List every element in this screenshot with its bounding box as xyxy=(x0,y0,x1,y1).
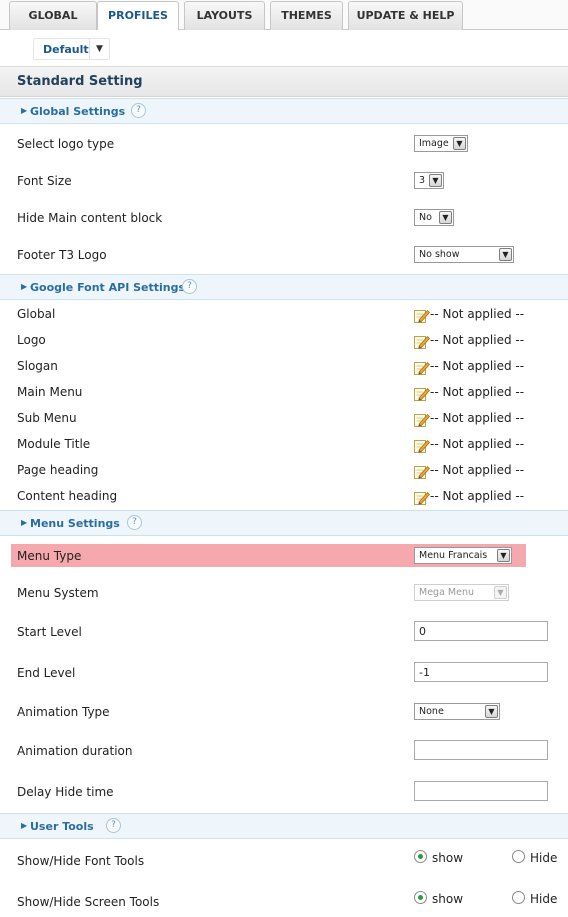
screen-tools-show-radio[interactable] xyxy=(414,891,427,904)
font-size-value: 3 xyxy=(419,175,426,186)
font-size-select[interactable]: 3 ▼ xyxy=(414,172,444,189)
start-level-input[interactable]: 0 xyxy=(414,621,548,641)
tab-bar: GLOBAL PROFILES LAYOUTS THEMES UPDATE & … xyxy=(0,0,568,31)
logo-type-select[interactable]: Image ▼ xyxy=(414,135,468,152)
end-level-label: End Level xyxy=(17,666,76,680)
font-row-value: -- Not applied -- xyxy=(430,385,525,399)
animation-duration-label: Animation duration xyxy=(17,744,133,758)
logo-type-value: Image xyxy=(419,138,449,149)
screen-tools-hide-label: Hide xyxy=(530,892,558,906)
font-row-label: Page heading xyxy=(17,463,99,477)
font-row-label: Global xyxy=(17,307,56,321)
tab-profiles[interactable]: PROFILES xyxy=(97,1,179,31)
help-icon[interactable]: ? xyxy=(106,818,121,833)
animation-duration-input[interactable] xyxy=(414,740,548,760)
font-size-label: Font Size xyxy=(17,174,72,188)
edit-pencil-icon[interactable] xyxy=(414,386,430,401)
tab-themes[interactable]: THEMES xyxy=(270,1,343,30)
animation-type-label: Animation Type xyxy=(17,705,110,719)
edit-pencil-icon[interactable] xyxy=(414,490,430,505)
delay-hide-input[interactable] xyxy=(414,781,548,801)
font-row-value: -- Not applied -- xyxy=(430,463,525,477)
edit-pencil-icon[interactable] xyxy=(414,464,430,479)
font-row-label: Logo xyxy=(17,333,46,347)
end-level-input[interactable]: -1 xyxy=(414,662,548,682)
section-menu-settings[interactable]: ▶ Menu Settings ? xyxy=(0,510,568,536)
chevron-down-icon: ▼ xyxy=(485,705,498,718)
font-tools-show-radio[interactable] xyxy=(414,850,427,863)
tab-layouts[interactable]: LAYOUTS xyxy=(184,1,265,30)
footer-logo-label: Footer T3 Logo xyxy=(17,248,107,262)
section-title: User Tools xyxy=(30,820,94,833)
font-row-value: -- Not applied -- xyxy=(430,411,525,425)
section-title: Global Settings xyxy=(30,105,126,118)
font-tools-label: Show/Hide Font Tools xyxy=(17,854,145,868)
font-row-value: -- Not applied -- xyxy=(430,437,525,451)
section-user-tools[interactable]: ▶ User Tools ? xyxy=(0,813,568,839)
menu-type-select[interactable]: Menu Francais ▼ xyxy=(414,547,512,564)
font-tools-hide-label: Hide xyxy=(530,851,558,865)
screen-tools-label: Show/Hide Screen Tools xyxy=(17,895,160,909)
help-icon[interactable]: ? xyxy=(127,515,142,530)
hide-main-label: Hide Main content block xyxy=(17,211,163,225)
animation-type-select[interactable]: None ▼ xyxy=(414,703,500,720)
edit-pencil-icon[interactable] xyxy=(414,360,430,375)
section-title: Menu Settings xyxy=(30,517,120,530)
delay-hide-label: Delay Hide time xyxy=(17,785,114,799)
chevron-down-icon[interactable]: ▼ xyxy=(89,39,109,59)
font-row-label: Module Title xyxy=(17,437,91,451)
font-row-label: Slogan xyxy=(17,359,58,373)
edit-pencil-icon[interactable] xyxy=(414,412,430,427)
triangle-right-icon: ▶ xyxy=(21,518,28,527)
menu-type-label: Menu Type xyxy=(17,549,82,563)
chevron-down-icon: ▼ xyxy=(499,248,512,261)
help-icon[interactable]: ? xyxy=(131,103,146,118)
screen-tools-hide-radio[interactable] xyxy=(512,891,525,904)
hide-main-value: No xyxy=(419,212,432,223)
help-icon[interactable]: ? xyxy=(182,279,197,294)
menu-type-value: Menu Francais xyxy=(419,550,488,561)
edit-pencil-icon[interactable] xyxy=(414,438,430,453)
font-row-value: -- Not applied -- xyxy=(430,359,525,373)
font-tools-show-label: show xyxy=(432,851,464,865)
menu-system-value: Mega Menu xyxy=(419,587,474,598)
menu-system-select[interactable]: Mega Menu ▼ xyxy=(414,584,509,601)
logo-type-label: Select logo type xyxy=(17,137,115,151)
font-row-label: Main Menu xyxy=(17,385,83,399)
profile-select[interactable]: Default ▼ xyxy=(33,38,110,60)
footer-logo-select[interactable]: No show ▼ xyxy=(414,246,514,263)
tab-global[interactable]: GLOBAL xyxy=(9,1,97,30)
hide-main-select[interactable]: No ▼ xyxy=(414,209,454,226)
chevron-down-icon: ▼ xyxy=(494,586,507,599)
font-row-value: -- Not applied -- xyxy=(430,307,525,321)
triangle-right-icon: ▶ xyxy=(21,821,28,830)
section-global-settings[interactable]: ▶ Global Settings ? xyxy=(0,98,568,124)
profile-bar: Default ▼ xyxy=(0,30,568,67)
edit-pencil-icon[interactable] xyxy=(414,308,430,323)
footer-logo-value: No show xyxy=(419,249,460,260)
triangle-right-icon: ▶ xyxy=(21,106,28,115)
font-tools-hide-radio[interactable] xyxy=(512,850,525,863)
edit-pencil-icon[interactable] xyxy=(414,334,430,349)
section-google-font[interactable]: ▶ Google Font API Settings ? xyxy=(0,274,568,300)
font-row-label: Sub Menu xyxy=(17,411,77,425)
triangle-right-icon: ▶ xyxy=(21,282,28,291)
chevron-down-icon: ▼ xyxy=(497,549,510,562)
start-level-label: Start Level xyxy=(17,625,82,639)
chevron-down-icon: ▼ xyxy=(439,211,452,224)
menu-system-label: Menu System xyxy=(17,586,99,600)
section-title: Google Font API Settings xyxy=(30,281,186,294)
chevron-down-icon: ▼ xyxy=(453,137,466,150)
font-row-value: -- Not applied -- xyxy=(430,489,525,503)
page-title: Standard Setting xyxy=(17,74,143,89)
font-row-label: Content heading xyxy=(17,489,118,503)
font-row-value: -- Not applied -- xyxy=(430,333,525,347)
chevron-down-icon: ▼ xyxy=(429,174,442,187)
animation-type-value: None xyxy=(419,706,444,717)
screen-tools-show-label: show xyxy=(432,892,464,906)
profile-selected-label: Default xyxy=(43,43,89,56)
standard-setting-header: Standard Setting xyxy=(0,67,568,97)
tab-update-help[interactable]: UPDATE & HELP xyxy=(348,1,463,30)
